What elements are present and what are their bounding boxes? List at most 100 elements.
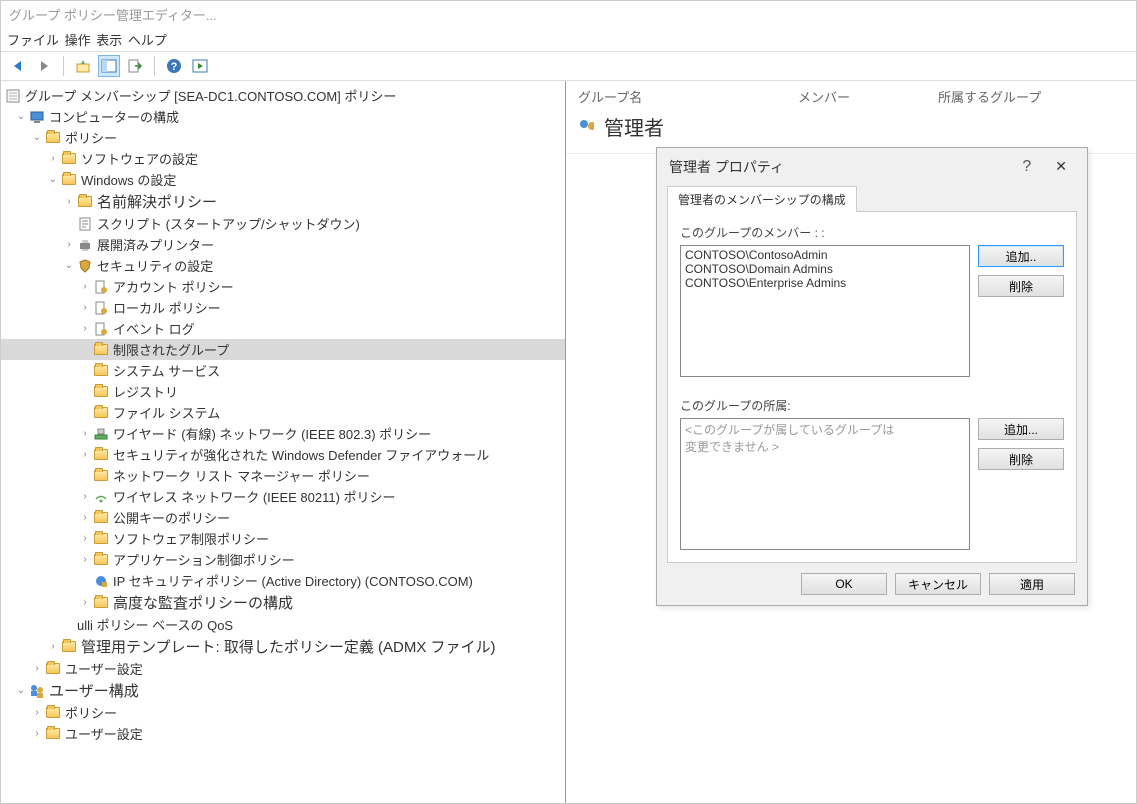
tree-event-log[interactable]: › イベント ログ [1, 318, 565, 339]
tree-label: ユーザー構成 [49, 680, 139, 701]
tree-security[interactable]: ⌄ セキュリティの設定 [1, 255, 565, 276]
forward-icon[interactable] [33, 55, 55, 77]
tree-ipsec[interactable]: IP セキュリティポリシー (Active Directory) (CONTOS… [1, 570, 565, 591]
tree-win-settings[interactable]: ⌄Windows の設定 [1, 169, 565, 190]
list-item[interactable]: CONTOSO\ContosoAdmin [685, 248, 965, 262]
export-icon[interactable] [124, 55, 146, 77]
tree-system-svc[interactable]: システム サービス [1, 360, 565, 381]
menu-file[interactable]: ファイル [7, 33, 59, 48]
tree-printers[interactable]: ›展開済みプリンター [1, 234, 565, 255]
chevron-right-icon[interactable]: › [29, 728, 45, 739]
back-icon[interactable] [7, 55, 29, 77]
chevron-right-icon[interactable]: › [77, 512, 93, 523]
tree-qos[interactable]: ulli ポリシー ベースの QoS [1, 614, 565, 635]
chevron-down-icon[interactable]: ⌄ [45, 174, 61, 185]
tree-user-settings2[interactable]: ›ユーザー設定 [1, 723, 565, 744]
tree-pubkey[interactable]: ›公開キーのポリシー [1, 507, 565, 528]
column-member[interactable]: メンバー [798, 87, 938, 106]
remove-member-button[interactable]: 削除 [978, 275, 1064, 297]
tree-computer-config[interactable]: ⌄コンピューターの構成 [1, 106, 565, 127]
up-icon[interactable] [72, 55, 94, 77]
tree-nlm[interactable]: ネットワーク リスト マネージャー ポリシー [1, 465, 565, 486]
side-panel-icon[interactable] [98, 55, 120, 77]
chevron-right-icon[interactable]: › [45, 641, 61, 652]
tree-label: ulli ポリシー ベースの QoS [77, 615, 233, 634]
chevron-down-icon[interactable]: ⌄ [61, 260, 77, 271]
tree-label: 高度な監査ポリシーの構成 [113, 592, 293, 613]
chevron-right-icon[interactable]: › [77, 449, 93, 460]
chevron-right-icon[interactable]: › [77, 428, 93, 439]
apply-button[interactable]: 適用 [989, 573, 1075, 595]
tree-user-settings1[interactable]: ›ユーザー設定 [1, 658, 565, 679]
chevron-right-icon[interactable]: › [77, 554, 93, 565]
tree-app-ctrl[interactable]: ›アプリケーション制御ポリシー [1, 549, 565, 570]
tree-sw-settings[interactable]: ›ソフトウェアの設定 [1, 148, 565, 169]
tree-user-config[interactable]: ⌄ ユーザー構成 [1, 679, 565, 702]
cancel-button[interactable]: キャンセル [895, 573, 981, 595]
tree-name-res[interactable]: › 名前解決ポリシー [1, 190, 565, 213]
tree-policies[interactable]: ⌄ ポリシー [1, 127, 565, 148]
chevron-right-icon[interactable]: › [29, 707, 45, 718]
members-listbox[interactable]: CONTOSO\ContosoAdmin CONTOSO\Domain Admi… [680, 245, 970, 377]
chevron-down-icon[interactable]: ⌄ [29, 132, 45, 143]
tree-defender[interactable]: ›セキュリティが強化された Windows Defender ファイアウォール [1, 444, 565, 465]
tree-admx[interactable]: ›管理用テンプレート: 取得したポリシー定義 (ADMX ファイル) [1, 635, 565, 658]
dialog-help-icon[interactable]: ? [1022, 158, 1031, 176]
chevron-right-icon[interactable]: › [61, 196, 77, 207]
tree-label: 制限されたグループ [113, 340, 229, 359]
column-belong[interactable]: 所属するグループ [938, 87, 1124, 106]
chevron-right-icon[interactable]: › [77, 323, 93, 334]
tree-local-pol[interactable]: ›ローカル ポリシー [1, 297, 565, 318]
script-icon [77, 216, 93, 232]
tree-root[interactable]: グループ メンバーシップ [SEA-DC1.CONTOSO.COM] ポリシー [1, 85, 565, 106]
tree-wired[interactable]: ›ワイヤード (有線) ネットワーク (IEEE 802.3) ポリシー [1, 423, 565, 444]
add-belong-button[interactable]: 追加... [978, 418, 1064, 440]
ok-button[interactable]: OK [801, 573, 887, 595]
tree-label: イベント ログ [113, 319, 195, 338]
right-pane: グループ名 メンバー 所属するグループ 管理者 管理者 プロパティ ? ✕ 管理… [566, 81, 1136, 803]
tree-sw-restrict[interactable]: › ソフトウェア制限ポリシー [1, 528, 565, 549]
tree-filesystem[interactable]: ファイル システム [1, 402, 565, 423]
chevron-down-icon[interactable]: ⌄ [13, 111, 29, 122]
placeholder-text: <このグループが属しているグループは [685, 421, 965, 438]
belong-listbox[interactable]: <このグループが属しているグループは 変更できません > [680, 418, 970, 550]
chevron-right-icon[interactable]: › [77, 281, 93, 292]
chevron-right-icon[interactable]: › [77, 597, 93, 608]
tree-label: ポリシー [65, 128, 117, 147]
tree-label: 名前解決ポリシー [97, 191, 217, 212]
chevron-right-icon[interactable]: › [77, 491, 93, 502]
chevron-right-icon[interactable]: › [77, 533, 93, 544]
list-item[interactable]: CONTOSO\Domain Admins [685, 262, 965, 276]
add-member-button[interactable]: 追加.. [978, 245, 1064, 267]
tree-label: セキュリティの設定 [97, 256, 213, 275]
menu-action[interactable]: 操作 [65, 33, 91, 48]
group-name-label: 管理者 [604, 112, 664, 141]
menu-help[interactable]: ヘルプ [128, 33, 167, 48]
tree-label: ソフトウェア制限ポリシー [113, 529, 269, 548]
folder-icon [45, 726, 61, 742]
tree-label: IP セキュリティポリシー (Active Directory) (CONTOS… [113, 571, 473, 590]
folder-lock-icon [93, 342, 109, 358]
tree-wireless[interactable]: ›ワイヤレス ネットワーク (IEEE 80211) ポリシー [1, 486, 565, 507]
tree-adv-audit[interactable]: › 高度な監査ポリシーの構成 [1, 591, 565, 614]
folder-lock-icon [93, 363, 109, 379]
menu-view[interactable]: 表示 [96, 33, 122, 48]
printer-icon [77, 237, 93, 253]
tree-restricted-groups[interactable]: 制限されたグループ [1, 339, 565, 360]
tree-scripts[interactable]: スクリプト (スタートアップ/シャットダウン) [1, 213, 565, 234]
help-icon[interactable]: ? [163, 55, 185, 77]
dialog-tab[interactable]: 管理者のメンバーシップの構成 [667, 186, 857, 212]
dialog-close-icon[interactable]: ✕ [1047, 156, 1075, 177]
column-group-name[interactable]: グループ名 [578, 87, 798, 106]
chevron-right-icon[interactable]: › [45, 153, 61, 164]
chevron-right-icon[interactable]: › [61, 239, 77, 250]
chevron-right-icon[interactable]: › [77, 302, 93, 313]
chevron-right-icon[interactable]: › [29, 663, 45, 674]
tree-account-pol[interactable]: ›アカウント ポリシー [1, 276, 565, 297]
tree-policies2[interactable]: ›ポリシー [1, 702, 565, 723]
remove-belong-button[interactable]: 削除 [978, 448, 1064, 470]
chevron-down-icon[interactable]: ⌄ [13, 685, 29, 696]
list-item[interactable]: CONTOSO\Enterprise Admins [685, 276, 965, 290]
tree-registry[interactable]: レジストリ [1, 381, 565, 402]
play-icon[interactable] [189, 55, 211, 77]
